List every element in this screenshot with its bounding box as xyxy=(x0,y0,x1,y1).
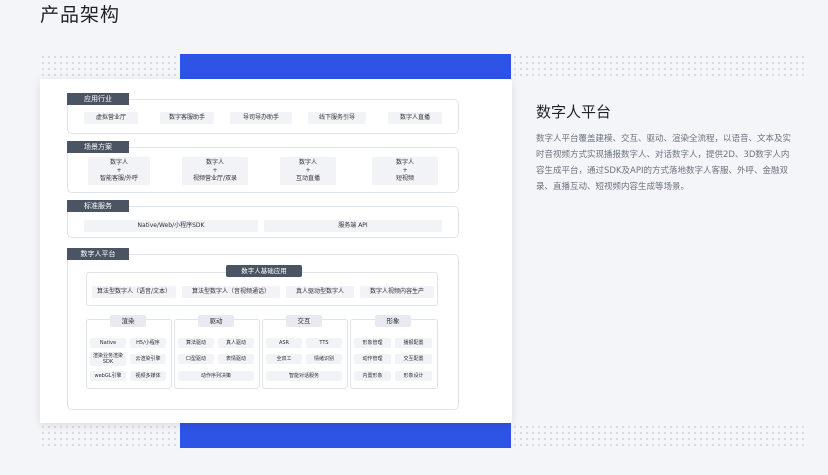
standard-item: Native/Web/小程序SDK xyxy=(84,220,258,232)
platform-description: 数字人平台覆盖建模、交互、驱动、渲染全流程，以语音、文本及实时音视频方式实现播报… xyxy=(536,134,792,192)
scenario-item: 数字人 + 视频营业厅/双录 xyxy=(182,157,248,185)
render-item: H5/小程序 xyxy=(130,338,166,348)
platform-label: 数字人平台 xyxy=(67,248,129,260)
industry-item: 线下服务引导 xyxy=(308,112,366,124)
dot-pattern-bottom-right xyxy=(512,424,804,448)
avatar-item: 形象管理 xyxy=(354,338,391,348)
interaction-item: 全双工 xyxy=(266,354,302,364)
standard-label: 标准服务 xyxy=(67,200,129,212)
render-item: Native xyxy=(90,338,126,348)
render-item: webGL引擎 xyxy=(90,371,126,381)
scenario-label: 场景方案 xyxy=(67,141,129,153)
avatar-item: 动作管理 xyxy=(354,354,391,364)
interaction-item: ASR xyxy=(266,338,302,348)
industry-item: 数字客服助手 xyxy=(160,112,214,124)
interaction-item: 智能对话服务 xyxy=(266,371,342,381)
industry-item: 数字人直播 xyxy=(388,112,442,124)
basic-app-item: 算法型数字人（语音/文本） xyxy=(92,286,176,298)
render-title: 渲染 xyxy=(110,315,146,327)
avatar-item: 播报配置 xyxy=(395,338,432,348)
drive-title: 驱动 xyxy=(198,315,234,327)
avatar-item: 内置形象 xyxy=(354,371,391,381)
drive-item: 真人驱动 xyxy=(218,338,254,348)
basic-app-item: 真人驱动型数字人 xyxy=(286,286,354,298)
interaction-item: 情绪识别 xyxy=(306,354,342,364)
drive-item: 算法驱动 xyxy=(178,338,214,348)
scenario-item: 数字人 + 智能客服/外呼 xyxy=(88,157,150,185)
scenario-item: 数字人 + 互动直播 xyxy=(280,157,336,185)
dot-pattern-right xyxy=(512,54,804,76)
basic-app-item: 算法型数字人（音视频通话） xyxy=(182,286,280,298)
drive-item: 动作序列决策 xyxy=(178,371,254,381)
render-item: 渲染业务渲染 SDK xyxy=(90,352,126,366)
render-item: 视频多媒体 xyxy=(130,371,166,381)
industry-item: 虚拟营业厅 xyxy=(84,112,138,124)
basic-app-item: 数字人视频内容生产 xyxy=(360,286,434,298)
scenario-item: 数字人 + 短视频 xyxy=(372,157,438,185)
architecture-diagram-card: 应用行业 虚拟营业厅 数字客服助手 导司导办助手 线下服务引导 数字人直播 场景… xyxy=(40,79,512,423)
standard-item: 服务端 API xyxy=(264,220,442,232)
avatar-item: 交互配置 xyxy=(395,354,432,364)
interaction-item: TTS xyxy=(306,338,342,348)
avatar-item: 形象设计 xyxy=(395,371,432,381)
interaction-title: 交互 xyxy=(286,315,322,327)
industry-label: 应用行业 xyxy=(67,93,129,105)
industry-item: 导司导办助手 xyxy=(230,112,292,124)
basic-app-title: 数字人基础应用 xyxy=(226,265,302,277)
drive-item: 表情驱动 xyxy=(218,354,254,364)
dot-pattern-top xyxy=(40,54,180,76)
dot-pattern-bottom-left xyxy=(40,424,180,448)
page-title: 产品架构 xyxy=(40,4,121,26)
avatar-title: 形象 xyxy=(375,315,411,327)
platform-title: 数字人平台 xyxy=(536,103,612,121)
drive-item: 口型驱动 xyxy=(178,354,214,364)
render-item: 云渲染引擎 xyxy=(130,354,166,364)
